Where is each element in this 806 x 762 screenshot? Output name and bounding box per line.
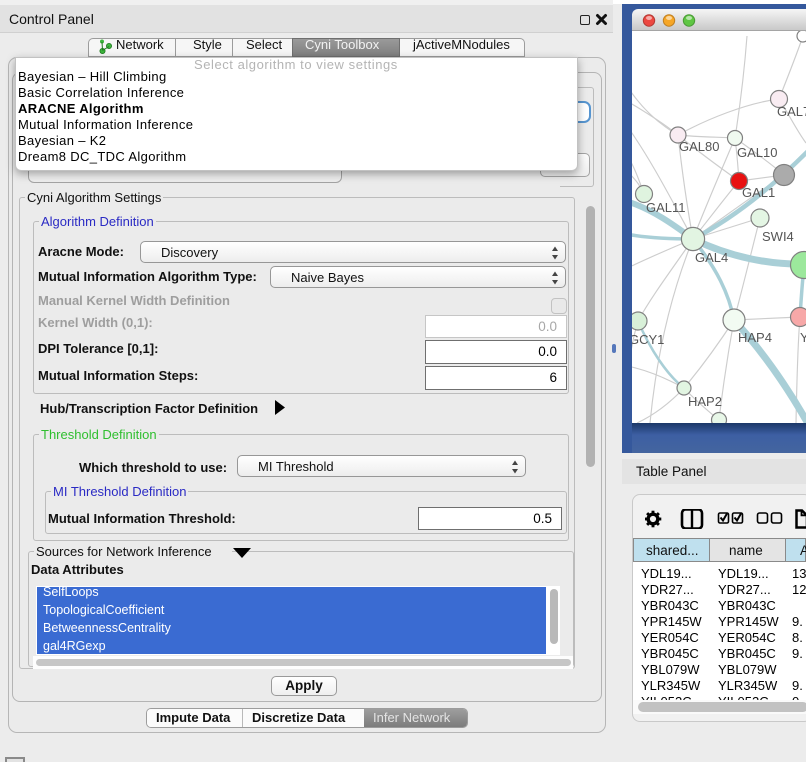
svg-text:HAP4: HAP4 — [738, 330, 772, 345]
svg-text:SWI4: SWI4 — [762, 229, 794, 244]
svg-text:GAL1: GAL1 — [742, 185, 775, 200]
svg-text:GAL11: GAL11 — [646, 200, 686, 215]
svg-text:HAP2: HAP2 — [688, 394, 722, 409]
svg-text:GAL4: GAL4 — [695, 250, 728, 265]
svg-text:GCY1: GCY1 — [632, 332, 664, 347]
svg-text:GAL80: GAL80 — [679, 139, 719, 154]
svg-text:GAL10: GAL10 — [737, 145, 777, 160]
svg-text:GAL7: GAL7 — [777, 104, 806, 119]
svg-text:Y: Y — [800, 330, 806, 345]
